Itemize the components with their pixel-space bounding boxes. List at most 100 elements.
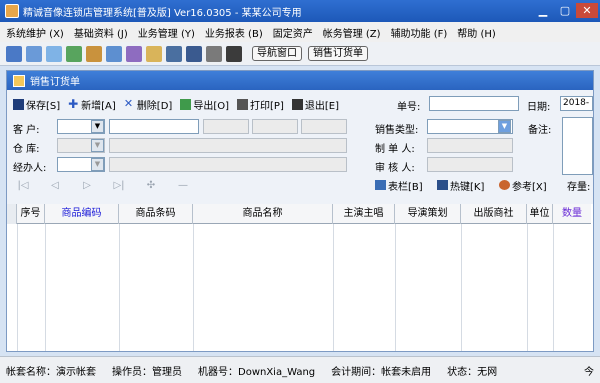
col-director[interactable]: 导演策划 (395, 204, 461, 224)
reviewer-label: 审 核 人: (375, 163, 415, 174)
toolbar-icon-11[interactable] (206, 45, 222, 62)
maker-label: 制 单 人: (375, 144, 415, 155)
col-quantity[interactable]: 数量 (553, 204, 591, 224)
keyboard-icon (437, 180, 448, 190)
menu-accounts[interactable]: 帐务管理 (Z) (323, 25, 381, 40)
status-tail: 今 (584, 366, 594, 378)
sales-order-window: 销售订货单 保存[S] ✚ 新增[A] ✕ 删除[D] 导出[O] 打印[P] 退出… (6, 70, 594, 352)
exit-icon (291, 98, 303, 110)
doc-title: 销售订货单 (30, 77, 80, 88)
status-state: 状态：无网 (447, 366, 498, 378)
menu-bar: 系统维护 (X) 基础资料 (J) 业务管理 (Y) 业务报表 (B) 固定资产… (0, 22, 600, 42)
grid-line (17, 224, 18, 351)
reference-icon (499, 180, 510, 190)
toolbar-icon-5[interactable] (86, 45, 102, 62)
col-barcode[interactable]: 商品条码 (119, 204, 193, 224)
grid-line (333, 224, 334, 351)
handler-label: 经办人: (13, 163, 47, 174)
menu-reports[interactable]: 业务报表 (B) (205, 25, 263, 40)
toolbar-icon-7[interactable] (126, 45, 142, 62)
sales-type-label: 销售类型: (375, 125, 419, 136)
main-toolbar: 导航窗口 销售订货单 (0, 42, 600, 66)
grid-line (45, 224, 46, 351)
toolbar-icon-3[interactable] (46, 45, 62, 62)
delete-button[interactable]: ✕ 删除[D] (124, 97, 173, 112)
order-no-input[interactable] (429, 96, 519, 111)
sales-type-dropdown-icon[interactable]: ▼ (498, 120, 511, 133)
customer-label: 客 户: (13, 125, 40, 136)
col-item-name[interactable]: 商品名称 (193, 204, 333, 224)
toolbar-icon-1[interactable] (6, 45, 22, 62)
minimize-icon[interactable]: ▁ (532, 3, 554, 18)
toolbar-icon-9[interactable] (166, 45, 182, 62)
plus-icon: ✚ (68, 96, 79, 111)
menu-fixed-assets[interactable]: 固定资产 (273, 25, 313, 40)
grid-line (553, 224, 554, 351)
grid-line (395, 224, 396, 351)
last-record-icon[interactable]: ▷| (103, 180, 135, 191)
status-operator: 操作员：管理员 (112, 366, 182, 378)
warehouse-dropdown-icon[interactable]: ▼ (91, 139, 104, 152)
hotkey-button[interactable]: 热键[K] (437, 178, 484, 193)
maximize-icon[interactable]: ▢ (554, 3, 576, 18)
menu-basic-data[interactable]: 基础资料 (J) (74, 25, 128, 40)
customer-info-1 (203, 119, 249, 134)
col-seq[interactable]: 序号 (17, 204, 45, 224)
remark-textarea[interactable] (562, 117, 593, 175)
export-button[interactable]: 导出[O] (180, 97, 229, 112)
menu-help[interactable]: 帮助 (H) (457, 25, 496, 40)
warehouse-name-input (109, 138, 347, 153)
print-icon (237, 98, 249, 110)
toolbar-icon-4[interactable] (66, 45, 82, 62)
order-no-label: 单号: (397, 102, 421, 113)
row-indicator-header (7, 204, 17, 224)
action-bar: 保存[S] ✚ 新增[A] ✕ 删除[D] 导出[O] 打印[P] 退出[E] (13, 96, 339, 112)
handler-name-input (109, 157, 347, 172)
menu-system[interactable]: 系统维护 (X) (6, 25, 64, 40)
add-button[interactable]: ✚ 新增[A] (68, 97, 116, 112)
grid-line (119, 224, 120, 351)
customer-info-3 (301, 119, 347, 134)
insert-row-icon[interactable]: ✣ (135, 180, 167, 191)
next-record-icon[interactable]: ▷ (71, 180, 103, 191)
doc-title-bar: 销售订货单 (7, 71, 593, 90)
save-button[interactable]: 保存[S] (13, 97, 60, 112)
first-record-icon[interactable]: |◁ (7, 180, 39, 191)
col-unit[interactable]: 单位 (527, 204, 553, 224)
toolbar-icon-12[interactable] (226, 45, 242, 62)
reference-button[interactable]: 参考[X] (499, 178, 547, 193)
warehouse-label: 仓 库: (13, 144, 40, 155)
table-bar-button[interactable]: 表栏[B] (375, 178, 423, 193)
col-item-code[interactable]: 商品编码 (45, 204, 119, 224)
toolbar-icon-2[interactable] (26, 45, 42, 62)
col-publisher[interactable]: 出版商社 (461, 204, 527, 224)
nav-window-button[interactable]: 导航窗口 (252, 46, 302, 61)
menu-business[interactable]: 业务管理 (Y) (138, 25, 195, 40)
remark-label: 备注: (528, 125, 552, 136)
status-machine: 机器号：DownXia_Wang (198, 366, 316, 378)
toolbar-icon-6[interactable] (106, 45, 122, 62)
delete-icon: ✕ (123, 96, 134, 110)
prev-record-icon[interactable]: ◁ (39, 180, 71, 191)
sales-order-button[interactable]: 销售订货单 (308, 46, 368, 61)
col-lead-artist[interactable]: 主演主唱 (333, 204, 395, 224)
toolbar-icon-10[interactable] (186, 45, 202, 62)
handler-dropdown-icon[interactable]: ▼ (91, 158, 104, 171)
table-header: 序号 商品编码 商品条码 商品名称 主演主唱 导演策划 出版商社 单位 数量 (7, 204, 591, 224)
close-icon[interactable]: ✕ (576, 3, 598, 18)
title-bar: 精诚音像连锁店管理系统[普及版] Ver16.0305 - 某某公司专用 ▁ ▢… (0, 0, 600, 22)
print-button[interactable]: 打印[P] (237, 97, 284, 112)
status-bar: 帐套名称：演示帐套 操作员：管理员 机器号：DownXia_Wang 会计期间：… (0, 356, 600, 383)
items-table: 序号 商品编码 商品条码 商品名称 主演主唱 导演策划 出版商社 单位 数量 (7, 204, 593, 351)
status-account: 帐套名称：演示帐套 (6, 366, 96, 378)
customer-dropdown-icon[interactable]: ▼ (91, 120, 104, 133)
table-icon (375, 180, 386, 190)
date-input[interactable]: 2018-0 (560, 96, 593, 111)
delete-row-icon[interactable]: — (167, 180, 199, 191)
exit-button[interactable]: 退出[E] (291, 97, 339, 112)
menu-aux[interactable]: 辅助功能 (F) (391, 25, 448, 40)
toolbar-icon-8[interactable] (146, 45, 162, 62)
customer-name-input[interactable] (109, 119, 199, 134)
reviewer-input (427, 157, 513, 172)
grid-line (193, 224, 194, 351)
